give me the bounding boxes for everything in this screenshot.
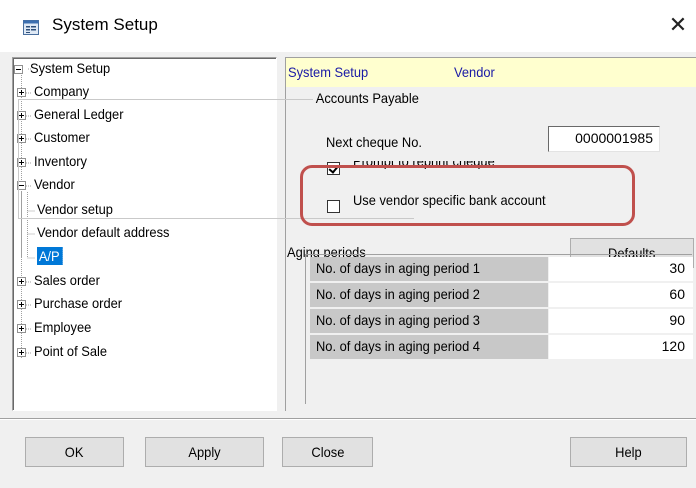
aging-period-value[interactable]: 30 xyxy=(549,257,693,281)
tree-item-label: A/P xyxy=(36,246,64,266)
window-title: System Setup xyxy=(52,15,158,34)
tree-item[interactable]: Sales order xyxy=(34,270,100,292)
tree-item[interactable]: Vendor default address xyxy=(37,222,169,244)
tree-item-label: Purchase order xyxy=(34,295,123,311)
expand-icon[interactable] xyxy=(17,324,26,333)
tree-item-label: Point of Sale xyxy=(34,343,108,359)
dialog-body: System Setup Company General Ledger Custome… xyxy=(0,52,696,488)
tree-item[interactable]: A/P xyxy=(36,246,64,268)
tree-item[interactable]: Employee xyxy=(34,317,91,339)
next-cheque-label: Next cheque No. xyxy=(326,134,422,150)
aging-period-label: No. of days in aging period 2 xyxy=(310,283,548,307)
tree-item-label: Sales order xyxy=(34,272,100,288)
button-bar-divider xyxy=(0,418,696,420)
tree-item-label: Employee xyxy=(34,319,92,335)
aging-period-label: No. of days in aging period 4 xyxy=(310,335,548,359)
app-icon xyxy=(23,20,39,35)
ok-button[interactable]: OK xyxy=(25,437,124,467)
tree-item-label: Company xyxy=(34,83,90,99)
tree-item[interactable]: System Setup xyxy=(30,58,110,80)
aging-period-label: No. of days in aging period 1 xyxy=(310,257,548,281)
close-button[interactable]: Close xyxy=(282,437,373,467)
breadcrumb-section: System Setup xyxy=(288,64,369,80)
table-row: No. of days in aging period 3 90 xyxy=(306,307,693,333)
tree-item[interactable]: Purchase order xyxy=(34,293,122,315)
aging-periods-table: No. of days in aging period 1 30 No. of … xyxy=(305,254,693,404)
table-row: No. of days in aging period 1 30 xyxy=(306,255,693,281)
table-row: No. of days in aging period 4 120 xyxy=(306,333,693,359)
expand-icon[interactable] xyxy=(17,277,26,286)
apply-button[interactable]: Apply xyxy=(145,437,264,467)
tree-item-label: Vendor default address xyxy=(37,224,170,240)
aging-period-value[interactable]: 60 xyxy=(549,283,693,307)
expand-icon[interactable] xyxy=(17,348,26,357)
vendor-bank-checkbox[interactable] xyxy=(327,200,340,213)
accounts-payable-legend: Accounts Payable xyxy=(313,90,422,106)
collapse-icon[interactable] xyxy=(14,65,23,74)
next-cheque-input[interactable]: 0000001985 xyxy=(548,126,660,152)
aging-period-value[interactable]: 120 xyxy=(549,335,693,359)
help-button[interactable]: Help xyxy=(570,437,687,467)
vendor-bank-label: Use vendor specific bank account xyxy=(353,192,546,208)
aging-period-value[interactable]: 90 xyxy=(549,309,693,333)
breadcrumb-page: Vendor xyxy=(454,64,495,80)
tree-item-label: System Setup xyxy=(30,60,111,76)
expand-icon[interactable] xyxy=(17,300,26,309)
expand-icon[interactable] xyxy=(17,88,26,97)
aging-period-label: No. of days in aging period 3 xyxy=(310,309,548,333)
tree-item[interactable]: Point of Sale xyxy=(34,341,107,363)
prompt-reprint-checkbox[interactable] xyxy=(327,162,340,175)
close-window-button[interactable]: ✕ xyxy=(667,12,689,38)
title-bar: System Setup ✕ xyxy=(0,0,696,52)
table-row: No. of days in aging period 2 60 xyxy=(306,281,693,307)
breadcrumb: System Setup Vendor xyxy=(285,57,696,87)
